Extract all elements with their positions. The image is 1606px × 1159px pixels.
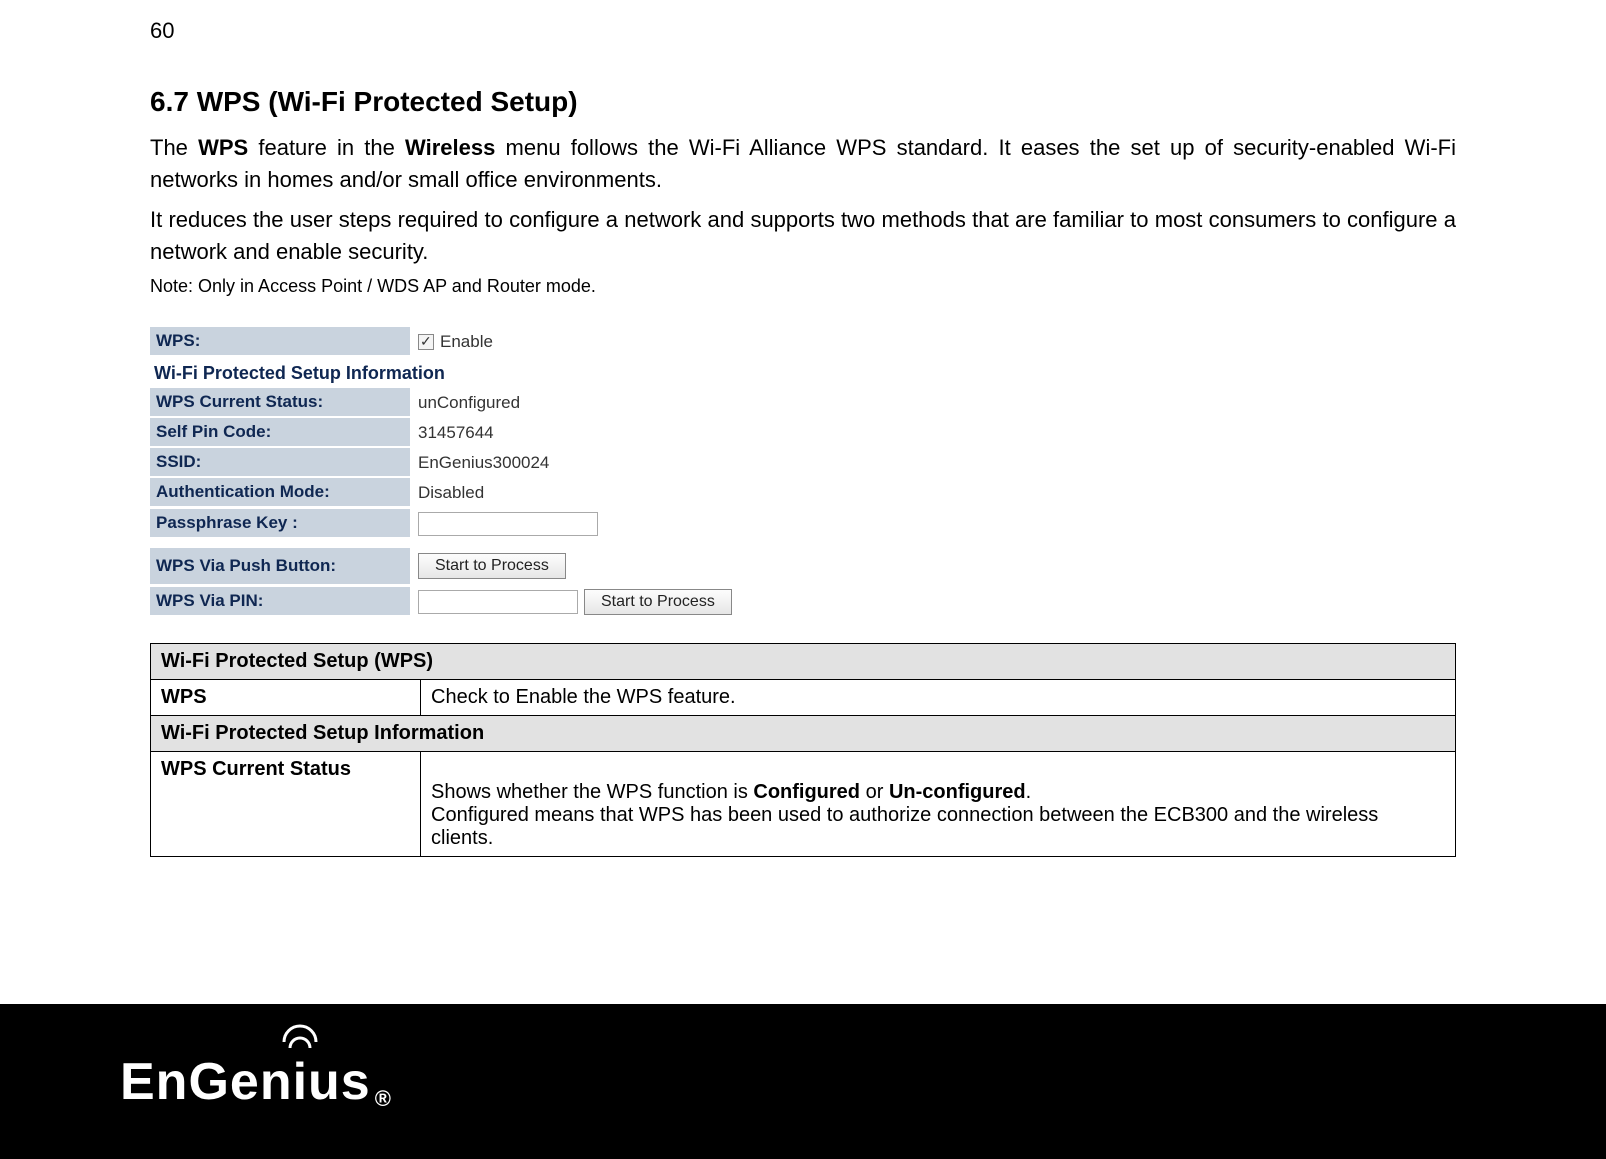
description-table: Wi-Fi Protected Setup (WPS) WPS Check to…: [150, 643, 1456, 857]
para1-bold-wps: WPS: [198, 135, 248, 160]
wifi-icon: [280, 1024, 320, 1054]
selfpin-label: Self Pin Code:: [150, 418, 410, 447]
engenius-logo: EnGenius®: [120, 1052, 392, 1112]
ssid-label: SSID:: [150, 448, 410, 477]
status-label: WPS Current Status:: [150, 388, 410, 417]
para1-bold-wireless: Wireless: [405, 135, 495, 160]
wpspin-input[interactable]: [418, 590, 578, 614]
wpspin-start-button[interactable]: Start to Process: [584, 589, 732, 615]
desc-status-label: WPS Current Status: [151, 751, 421, 856]
desc-status-b1: Configured: [753, 781, 860, 803]
desc-status-text: Shows whether the WPS function is Config…: [421, 751, 1456, 856]
note-text: Only in Access Point / WDS AP and Router…: [193, 276, 596, 296]
logo-post: us: [308, 1052, 371, 1112]
ssid-value: EnGenius300024: [410, 449, 800, 477]
page-number: 60: [150, 18, 1456, 44]
desc-wps-label: WPS: [151, 679, 421, 715]
wpspin-label: WPS Via PIN:: [150, 587, 410, 616]
desc-wps-text: Check to Enable the WPS feature.: [421, 679, 1456, 715]
wps-label: WPS:: [150, 327, 410, 356]
section-title: 6.7 WPS (Wi-Fi Protected Setup): [150, 86, 1456, 118]
logo-pre: EnGen: [120, 1052, 293, 1112]
desc-status-mid: or: [860, 781, 889, 803]
desc-header-info: Wi-Fi Protected Setup Information: [151, 715, 1456, 751]
note-line: Note: Only in Access Point / WDS AP and …: [150, 276, 1456, 297]
paragraph-1: The WPS feature in the Wireless menu fol…: [150, 132, 1456, 196]
note-label: Note:: [150, 276, 193, 296]
status-value: unConfigured: [410, 389, 800, 417]
para1-mid: feature in the: [248, 135, 405, 160]
passphrase-input[interactable]: [418, 512, 598, 536]
wps-ui-screenshot: WPS: Enable Wi-Fi Protected Setup Inform…: [150, 327, 800, 619]
para1-pre: The: [150, 135, 198, 160]
enable-checkbox[interactable]: [418, 334, 434, 350]
wps-info-header: Wi-Fi Protected Setup Information: [150, 357, 800, 388]
passphrase-label: Passphrase Key :: [150, 509, 410, 538]
registered-icon: ®: [375, 1086, 392, 1112]
pushbutton-label: WPS Via Push Button:: [150, 548, 410, 585]
footer: EnGenius®: [0, 1004, 1606, 1159]
enable-label: Enable: [440, 332, 493, 351]
auth-value: Disabled: [410, 479, 800, 507]
auth-label: Authentication Mode:: [150, 478, 410, 507]
paragraph-2: It reduces the user steps required to co…: [150, 204, 1456, 268]
selfpin-value: 31457644: [410, 419, 800, 447]
desc-status-b2: Un-configured: [889, 781, 1026, 803]
desc-status-pre: Shows whether the WPS function is: [431, 781, 753, 803]
pushbutton-start-button[interactable]: Start to Process: [418, 553, 566, 579]
logo-i: i: [293, 1053, 308, 1111]
desc-header-wps: Wi-Fi Protected Setup (WPS): [151, 643, 1456, 679]
